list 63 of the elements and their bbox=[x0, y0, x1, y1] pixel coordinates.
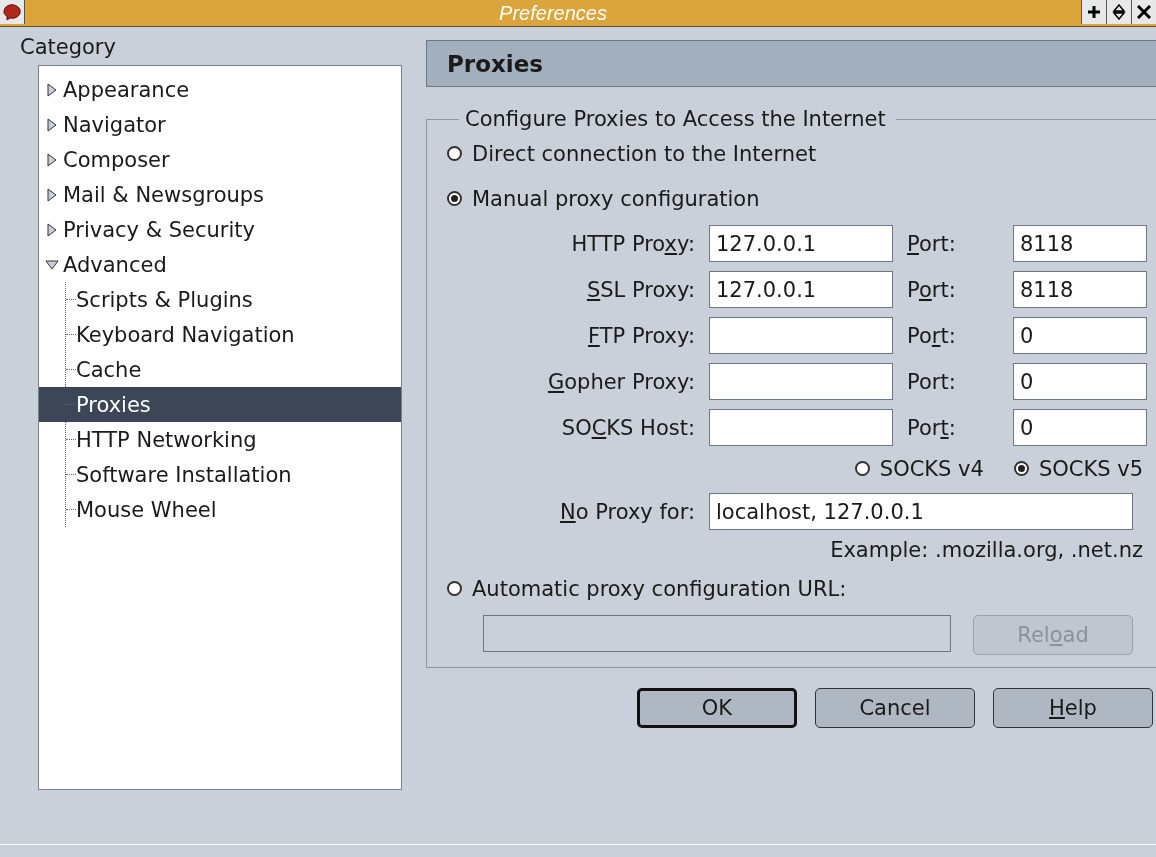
radio-label: Manual proxy configuration bbox=[472, 186, 760, 211]
triangle-icon[interactable] bbox=[45, 117, 59, 132]
tree-item[interactable]: Navigator bbox=[63, 112, 166, 137]
port-label: Port: bbox=[907, 231, 957, 256]
example-text: Example: .mozilla.org, .net.nz bbox=[830, 538, 1143, 562]
window-title: Preferences bbox=[498, 1, 608, 26]
field-label: No Proxy for: bbox=[558, 499, 695, 524]
triangle-icon[interactable] bbox=[45, 222, 59, 237]
no-proxy-field[interactable]: localhost, 127.0.0.1 bbox=[709, 493, 1133, 530]
radio-label: Automatic proxy configuration URL: bbox=[472, 576, 847, 601]
tree-item[interactable]: Mouse Wheel bbox=[39, 492, 401, 527]
dialog-button[interactable]: Help bbox=[993, 688, 1153, 728]
dialog-button[interactable]: Cancel bbox=[815, 688, 975, 728]
proxy-host-field[interactable] bbox=[709, 363, 893, 400]
radio-button[interactable] bbox=[447, 146, 462, 161]
close-icon[interactable] bbox=[1137, 5, 1151, 19]
radio-label: SOCKS v5 bbox=[1038, 456, 1143, 481]
proxy-host-field[interactable]: 127.0.0.1 bbox=[709, 225, 893, 262]
group-title: Configure Proxies to Access the Internet bbox=[464, 107, 887, 131]
proxy-host-field[interactable] bbox=[709, 317, 893, 354]
port-field[interactable]: 0 bbox=[1013, 409, 1147, 446]
radio-button[interactable] bbox=[854, 461, 870, 476]
tree-item[interactable]: Scripts & Plugins bbox=[39, 282, 401, 317]
panel-header: Proxies bbox=[426, 40, 1156, 87]
proxy-host-field[interactable] bbox=[709, 409, 893, 446]
tree-item[interactable]: Keyboard Navigation bbox=[39, 317, 401, 352]
triangle-icon[interactable] bbox=[45, 187, 59, 202]
tree-item[interactable]: Appearance bbox=[63, 77, 190, 102]
up-down-icon[interactable] bbox=[1112, 4, 1126, 20]
field-label: FTP Proxy: bbox=[587, 323, 695, 348]
port-field[interactable]: 8118 bbox=[1013, 271, 1147, 308]
tree-item[interactable]: Mail & Newsgroups bbox=[63, 182, 265, 207]
port-label: Port: bbox=[907, 323, 957, 348]
port-label: Port: bbox=[907, 277, 957, 302]
field-label: SSL Proxy: bbox=[585, 277, 695, 302]
category-label: Category bbox=[20, 35, 116, 59]
tree-item[interactable]: Cache bbox=[39, 352, 401, 387]
tree-item[interactable]: Proxies bbox=[39, 387, 401, 422]
triangle-icon[interactable] bbox=[45, 82, 59, 97]
radio-button[interactable] bbox=[1013, 461, 1029, 476]
triangle-icon[interactable] bbox=[45, 152, 59, 167]
tree-item[interactable]: Privacy & Security bbox=[63, 217, 255, 242]
plus-icon[interactable] bbox=[1087, 5, 1101, 19]
tree-item[interactable]: HTTP Networking bbox=[39, 422, 401, 457]
field-label: Gopher Proxy: bbox=[546, 369, 695, 394]
triangle-icon[interactable] bbox=[45, 257, 59, 272]
radio-button[interactable] bbox=[447, 581, 462, 596]
tree-item[interactable]: Composer bbox=[63, 147, 170, 172]
radio-label: Direct connection to the Internet bbox=[472, 141, 817, 166]
port-label: Port: bbox=[907, 415, 957, 440]
dialog-button[interactable]: OK bbox=[637, 688, 797, 728]
port-field[interactable]: 0 bbox=[1013, 363, 1147, 400]
tree-item[interactable]: Software Installation bbox=[39, 457, 401, 492]
port-field[interactable]: 0 bbox=[1013, 317, 1147, 354]
app-logo-icon[interactable] bbox=[2, 3, 22, 21]
field-label: HTTP Proxy: bbox=[570, 231, 695, 256]
port-label: Port: bbox=[907, 369, 957, 394]
tree-item[interactable]: Advanced bbox=[63, 252, 167, 277]
proxy-host-field[interactable]: 127.0.0.1 bbox=[709, 271, 893, 308]
port-field[interactable]: 8118 bbox=[1013, 225, 1147, 262]
field-label: SOCKS Host: bbox=[560, 415, 695, 440]
radio-button[interactable] bbox=[447, 191, 462, 206]
radio-label: SOCKS v4 bbox=[879, 456, 984, 481]
